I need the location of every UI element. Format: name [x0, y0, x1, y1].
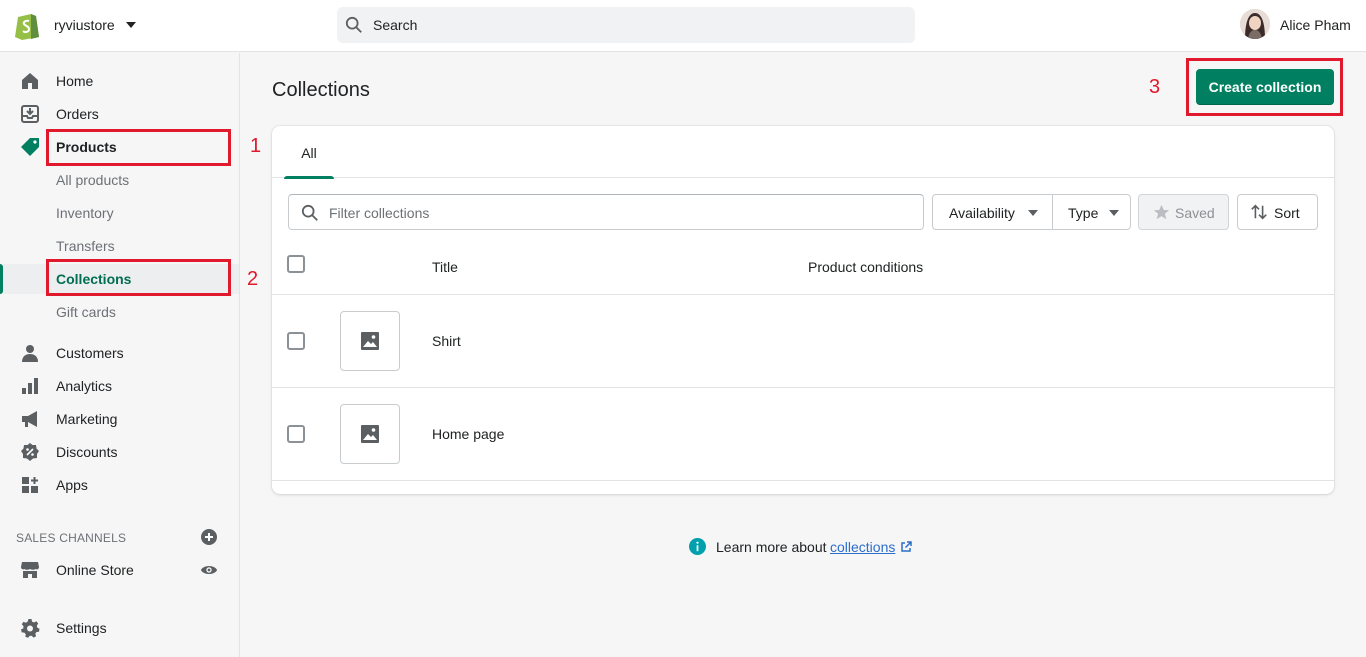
- active-indicator: [0, 264, 3, 294]
- sidebar-item-apps[interactable]: Apps: [0, 470, 239, 500]
- sort-button[interactable]: Sort: [1237, 194, 1318, 230]
- person-icon: [22, 345, 38, 362]
- sidebar-subitem-label: All products: [56, 172, 130, 188]
- tag-icon: [21, 138, 39, 156]
- row-checkbox[interactable]: [287, 425, 305, 443]
- type-label: Type: [1068, 205, 1099, 221]
- star-icon: [1153, 204, 1170, 220]
- tab-active-underline: [284, 176, 334, 179]
- store-chevron-down-icon[interactable]: [126, 22, 136, 28]
- store-icon: [21, 562, 39, 578]
- search-icon: [345, 16, 362, 33]
- tab-bar: All: [272, 126, 1334, 179]
- search-input[interactable]: Search: [373, 17, 417, 33]
- column-header-product-conditions: Product conditions: [808, 259, 924, 275]
- table-bottom-border: [272, 480, 1334, 481]
- image-placeholder-icon: [361, 332, 379, 350]
- sidebar-item-label: Home: [56, 73, 94, 89]
- bar-chart-icon: [22, 378, 38, 394]
- availability-label: Availability: [949, 205, 1015, 221]
- sidebar-item-orders[interactable]: Orders: [0, 99, 239, 129]
- column-header-title[interactable]: Title: [432, 259, 458, 275]
- row-checkbox[interactable]: [287, 332, 305, 350]
- sidebar-item-home[interactable]: Home: [0, 66, 239, 96]
- sidebar-subitem-label: Gift cards: [56, 304, 116, 320]
- learn-more-text: Learn more about: [716, 539, 827, 555]
- filter-collections-input[interactable]: Filter collections: [288, 194, 924, 230]
- external-link-icon[interactable]: [900, 541, 912, 553]
- saved-label: Saved: [1175, 205, 1215, 221]
- sidebar-item-customers[interactable]: Customers: [0, 338, 239, 368]
- avatar-image: [1240, 9, 1270, 39]
- annotation-number-1: 1: [250, 135, 262, 157]
- annotation-box-collections: [46, 259, 231, 296]
- sidebar-item-label: Online Store: [56, 562, 134, 578]
- annotation-number-3: 3: [1149, 76, 1161, 98]
- store-name[interactable]: ryviustore: [54, 17, 115, 33]
- saved-button[interactable]: Saved: [1138, 194, 1229, 230]
- sidebar-item-settings[interactable]: Settings: [0, 613, 239, 643]
- sidebar-subitem-transfers[interactable]: Transfers: [0, 231, 239, 261]
- top-bar: ryviustore Search Alice Pham: [0, 0, 1366, 52]
- collection-title[interactable]: Home page: [432, 426, 504, 442]
- search-icon: [301, 204, 318, 221]
- sidebar-item-analytics[interactable]: Analytics: [0, 371, 239, 401]
- sidebar-item-label: Customers: [56, 345, 124, 361]
- create-collection-button[interactable]: Create collection: [1196, 69, 1334, 105]
- add-sales-channel-plus-icon[interactable]: [201, 529, 217, 545]
- collections-help-link[interactable]: collections: [830, 539, 895, 555]
- search-bar[interactable]: Search: [337, 7, 915, 43]
- sidebar-item-discounts[interactable]: Discounts: [0, 437, 239, 467]
- user-name[interactable]: Alice Pham: [1280, 17, 1351, 33]
- home-icon: [22, 73, 38, 89]
- collections-card: All Filter collections Availability Type…: [272, 126, 1334, 494]
- page-title: Collections: [272, 79, 370, 101]
- sidebar-subitem-all-products[interactable]: All products: [0, 165, 239, 195]
- sidebar-item-label: Marketing: [56, 411, 118, 427]
- sidebar-item-label: Orders: [56, 106, 99, 122]
- sidebar-item-label: Settings: [56, 620, 107, 636]
- orders-icon: [21, 105, 39, 123]
- megaphone-icon: [22, 411, 37, 427]
- collection-thumbnail: [340, 404, 400, 464]
- sales-channels-heading: SALES CHANNELS: [16, 531, 127, 545]
- availability-filter-button[interactable]: Availability: [933, 195, 1052, 229]
- sidebar-item-label: Apps: [56, 477, 88, 493]
- select-all-checkbox[interactable]: [287, 255, 305, 273]
- sidebar-item-label: Analytics: [56, 378, 113, 394]
- avatar[interactable]: [1240, 9, 1270, 39]
- filter-button-group: Availability Type: [932, 194, 1131, 230]
- collection-thumbnail: [340, 311, 400, 371]
- image-placeholder-icon: [361, 425, 379, 443]
- tab-all[interactable]: All: [284, 126, 334, 179]
- info-icon: [689, 538, 706, 555]
- sidebar-subitem-inventory[interactable]: Inventory: [0, 198, 239, 228]
- table-row[interactable]: Shirt: [272, 294, 1334, 387]
- sort-label: Sort: [1274, 205, 1300, 221]
- annotation-number-2: 2: [247, 268, 259, 290]
- filter-placeholder: Filter collections: [329, 205, 430, 221]
- chevron-down-icon: [1028, 210, 1038, 216]
- sidebar-item-label: Discounts: [56, 444, 118, 460]
- apps-icon: [22, 477, 38, 493]
- sidebar-item-marketing[interactable]: Marketing: [0, 404, 239, 434]
- eye-icon[interactable]: [200, 561, 218, 579]
- annotation-box-products: [46, 129, 231, 166]
- gear-icon: [21, 619, 40, 638]
- sort-arrows-icon: [1251, 204, 1267, 220]
- type-filter-button[interactable]: Type: [1053, 195, 1131, 229]
- sidebar-subitem-gift-cards[interactable]: Gift cards: [0, 297, 239, 327]
- collection-title[interactable]: Shirt: [432, 333, 461, 349]
- discount-icon: [21, 443, 39, 461]
- tab-label: All: [301, 145, 317, 161]
- sidebar-subitem-label: Inventory: [56, 205, 114, 221]
- sidebar-subitem-label: Transfers: [56, 238, 115, 254]
- shopify-logo-icon[interactable]: [14, 10, 40, 40]
- chevron-down-icon: [1109, 210, 1119, 216]
- table-row[interactable]: Home page: [272, 387, 1334, 480]
